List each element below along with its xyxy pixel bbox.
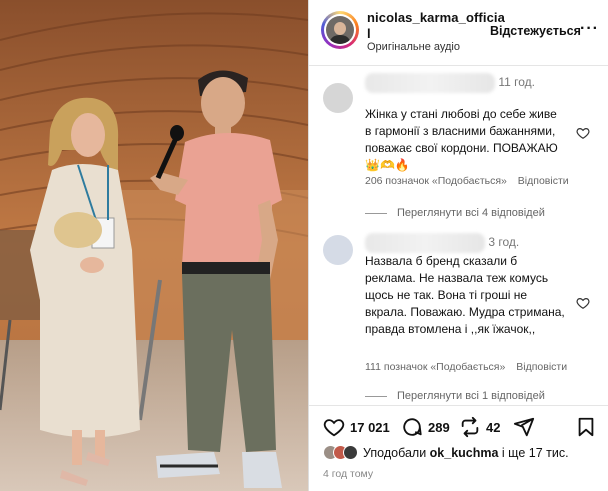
more-dots-icon[interactable]: ··· <box>580 20 599 38</box>
comment-time: 11 год. <box>498 75 535 90</box>
save-action[interactable] <box>575 416 597 438</box>
comment-footer: 206 позначок «Подобається» Відповісти <box>365 175 569 187</box>
view-replies-link[interactable]: Переглянути всі 4 відповідей <box>365 207 545 219</box>
comment-meta: 3 год. <box>365 233 519 253</box>
heart-icon[interactable] <box>323 416 345 438</box>
post-photo[interactable] <box>0 0 308 491</box>
commenter-avatar[interactable] <box>323 83 353 113</box>
like-action[interactable]: 17 021 <box>323 416 390 438</box>
comments-count: 289 <box>428 419 450 435</box>
post-header: nicolas_karma_officia l Оригінальне ауді… <box>309 0 608 66</box>
reposts-count: 42 <box>486 419 501 435</box>
interview-photo <box>0 0 308 491</box>
repost-icon[interactable] <box>459 416 481 438</box>
author-username[interactable]: nicolas_karma_officia l <box>367 10 505 42</box>
comment-likes[interactable]: 111 позначок «Подобається» <box>365 361 505 373</box>
comment-like-heart-icon[interactable] <box>576 126 590 140</box>
comment-action[interactable]: 289 <box>401 416 450 438</box>
bookmark-icon[interactable] <box>575 416 597 438</box>
liked-by-suffix[interactable]: і ще 17 тис. <box>502 446 569 460</box>
repost-action[interactable]: 42 <box>459 416 500 438</box>
comment-likes[interactable]: 206 позначок «Подобається» <box>365 175 507 187</box>
view-replies-link[interactable]: Переглянути всі 1 відповідей <box>365 390 545 402</box>
comment-meta: 11 год. <box>365 73 535 93</box>
comment-text: Назвала б бренд сказали б реклама. Не на… <box>365 254 565 336</box>
author-avatar[interactable] <box>321 11 359 49</box>
share-paper-plane-icon[interactable] <box>513 416 535 438</box>
post-actions-bar: 17 021 289 42 Уподобали ok_kuchma і ще 1… <box>309 405 608 491</box>
reply-button[interactable]: Відповісти <box>518 175 569 187</box>
comment-footer: 111 позначок «Подобається» Відповісти <box>365 361 567 373</box>
commenter-avatar[interactable] <box>323 235 353 265</box>
reply-button[interactable]: Відповісти <box>516 361 567 373</box>
comment-text: Жінка у стані любові до себе живе в гарм… <box>365 107 558 172</box>
blurred-username <box>365 73 495 93</box>
blurred-username <box>365 233 485 253</box>
following-button[interactable]: Відстежується <box>490 24 581 38</box>
liked-by-prefix: Уподобали <box>363 445 427 460</box>
comment-time: 3 год. <box>488 235 520 250</box>
liked-by-row[interactable]: Уподобали ok_kuchma і ще 17 тис. <box>323 445 569 460</box>
liked-by-text: Уподобали ok_kuchma і ще 17 тис. <box>363 446 569 460</box>
liker-avatar <box>343 445 358 460</box>
comment-bubble-icon[interactable] <box>401 416 423 438</box>
comment-like-heart-icon[interactable] <box>576 296 590 310</box>
likes-count: 17 021 <box>350 419 390 435</box>
liked-by-user[interactable]: ok_kuchma <box>430 446 499 460</box>
original-audio-link[interactable]: Оригінальне аудіо <box>367 41 460 53</box>
share-action[interactable] <box>513 416 535 438</box>
comments-list: 11 год. Жінка у стані любові до себе жив… <box>309 67 608 405</box>
post-panel: nicolas_karma_officia l Оригінальне ауді… <box>308 0 608 491</box>
post-time: 4 год тому <box>323 468 374 480</box>
